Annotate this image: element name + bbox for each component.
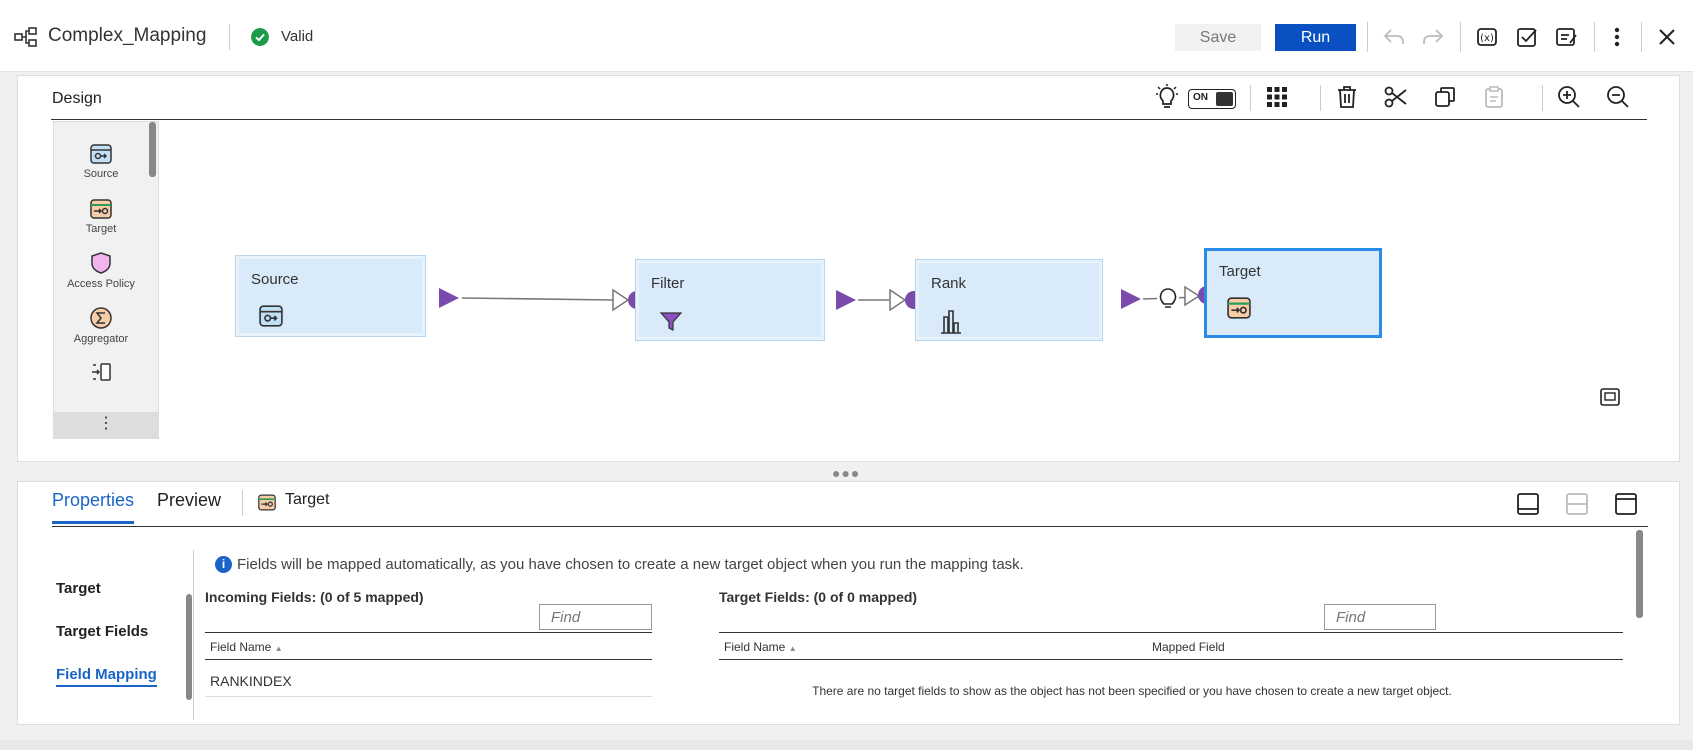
auto-mapping-info: Fields will be mapped automatically, as … xyxy=(237,556,1024,573)
filter-icon xyxy=(659,312,683,331)
nav-target-fields[interactable]: Target Fields xyxy=(56,623,148,640)
nav-scrollbar[interactable] xyxy=(186,594,192,700)
divider xyxy=(1460,22,1461,52)
node-label: Source xyxy=(251,271,299,288)
target-column-mapped-field[interactable]: Mapped Field xyxy=(1152,640,1225,654)
target-icon xyxy=(1227,297,1251,319)
mapping-icon xyxy=(14,27,37,47)
redo-icon[interactable] xyxy=(1420,24,1446,50)
valid-check-icon xyxy=(251,28,269,46)
properties-icon[interactable] xyxy=(1554,24,1580,50)
active-tab-indicator xyxy=(52,521,134,524)
split-view-icon[interactable] xyxy=(1564,491,1590,517)
nav-field-mapping[interactable]: Field Mapping xyxy=(56,666,157,687)
tab-properties[interactable]: Properties xyxy=(52,490,134,511)
selected-object-label: Target xyxy=(285,491,330,508)
target-fields-title: Target Fields: (0 of 0 mapped) xyxy=(719,589,918,605)
parameters-icon[interactable]: (x) xyxy=(1474,24,1500,50)
panel-resize-handle[interactable]: ●●● xyxy=(832,465,860,481)
incoming-column-field-name[interactable]: Field Name ▲ xyxy=(210,640,283,654)
divider xyxy=(242,490,243,516)
close-icon[interactable] xyxy=(1654,24,1680,50)
nav-target[interactable]: Target xyxy=(56,580,101,597)
node-label: Target xyxy=(1219,263,1261,280)
save-button[interactable]: Save xyxy=(1175,24,1261,51)
incoming-fields-title: Incoming Fields: (0 of 5 mapped) xyxy=(205,589,424,605)
target-find-input[interactable] xyxy=(1324,604,1436,630)
content-divider xyxy=(193,550,194,720)
mapping-title: Complex_Mapping xyxy=(48,25,207,46)
node-filter[interactable]: Filter xyxy=(635,259,825,341)
top-bar: Complex_Mapping Valid Save Run (x) xyxy=(0,0,1693,72)
tab-preview[interactable]: Preview xyxy=(157,490,221,511)
table-header-rule xyxy=(205,632,652,633)
properties-panel: Properties Preview Target Target Target … xyxy=(17,481,1680,725)
rank-icon xyxy=(941,310,961,334)
properties-divider xyxy=(52,526,1648,527)
more-vertical-icon[interactable] xyxy=(1604,24,1630,50)
table-header-rule xyxy=(719,632,1623,633)
run-button[interactable]: Run xyxy=(1275,24,1356,51)
divider xyxy=(1367,22,1368,52)
node-source[interactable]: Source xyxy=(235,255,426,337)
link-source-filter xyxy=(439,288,646,312)
divider xyxy=(1641,22,1642,52)
link-recommendation-icon[interactable] xyxy=(1157,287,1179,309)
empty-target-message: There are no target fields to show as th… xyxy=(812,684,1452,698)
source-icon xyxy=(259,305,283,327)
design-panel: Design ON Source Target Access Policy Ag… xyxy=(17,75,1680,462)
dock-bottom-icon[interactable] xyxy=(1515,491,1541,517)
maximize-panel-icon[interactable] xyxy=(1613,491,1639,517)
table-header-rule xyxy=(205,659,652,660)
target-icon xyxy=(258,494,276,511)
divider xyxy=(229,24,230,50)
link-filter-rank xyxy=(836,288,923,312)
fit-to-screen-icon[interactable] xyxy=(1600,388,1620,406)
row-divider xyxy=(205,696,652,697)
incoming-find-input[interactable] xyxy=(539,604,652,630)
node-label: Rank xyxy=(931,275,967,292)
validate-icon[interactable] xyxy=(1514,24,1540,50)
node-target[interactable]: Target xyxy=(1204,248,1382,338)
svg-text:(x): (x) xyxy=(1480,33,1494,44)
bottom-strip xyxy=(0,740,1693,750)
table-row[interactable]: RANKINDEX xyxy=(210,673,292,689)
node-rank[interactable]: Rank xyxy=(915,259,1103,341)
properties-scrollbar[interactable] xyxy=(1636,530,1643,618)
target-column-field-name[interactable]: Field Name ▲ xyxy=(724,640,797,654)
divider xyxy=(1594,22,1595,52)
table-header-rule xyxy=(719,659,1623,660)
info-icon: i xyxy=(215,556,232,573)
node-label: Filter xyxy=(651,275,685,292)
undo-icon[interactable] xyxy=(1381,24,1407,50)
validation-status: Valid xyxy=(281,28,314,45)
